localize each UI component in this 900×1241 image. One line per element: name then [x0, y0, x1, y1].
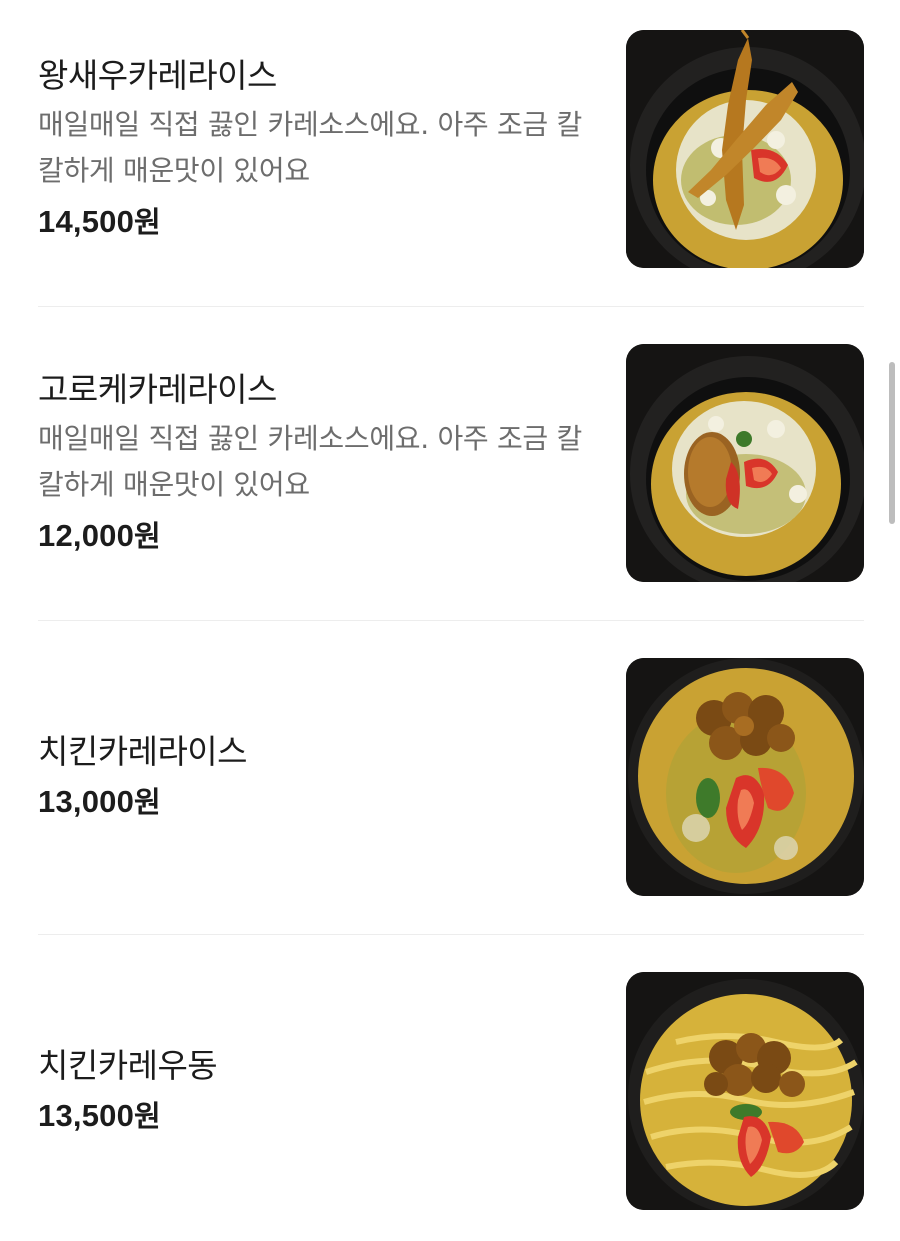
price-currency: 원: [134, 205, 161, 239]
menu-item-description: 매일매일 직접 끓인 카레소스에요. 아주 조금 칼칼하게 매운맛이 있어요: [38, 422, 582, 501]
menu-item-text: 치킨카레우동 13,500원: [38, 972, 598, 1210]
menu-item-name: 치킨카레우동: [38, 1046, 218, 1085]
price-value: 14,500: [38, 204, 135, 239]
menu-list: 왕새우카레라이스 매일매일 직접 끓인 카레소스에요. 아주 조금 칼칼하게 매…: [0, 0, 900, 1241]
menu-item-name: 왕새우카레라이스: [38, 56, 277, 95]
croquette-curry-photo: [626, 344, 864, 582]
menu-item-photo[interactable]: [626, 344, 864, 582]
menu-item-price: 13,000원: [38, 780, 598, 824]
prawn-curry-photo: [626, 30, 864, 268]
divider: [38, 620, 864, 621]
divider: [38, 934, 864, 935]
price-value: 12,000: [38, 518, 135, 553]
menu-item-photo[interactable]: [626, 658, 864, 896]
price-currency: 원: [134, 785, 161, 819]
menu-item-text: 왕새우카레라이스 매일매일 직접 끓인 카레소스에요. 아주 조금 칼칼하게 매…: [38, 30, 598, 268]
price-value: 13,500: [38, 1098, 135, 1133]
menu-item-king-prawn-curry-rice[interactable]: 왕새우카레라이스 매일매일 직접 끓인 카레소스에요. 아주 조금 칼칼하게 매…: [38, 30, 864, 268]
menu-item-photo[interactable]: [626, 30, 864, 268]
menu-item-text: 고로케카레라이스 매일매일 직접 끓인 카레소스에요. 아주 조금 칼칼하게 매…: [38, 344, 598, 582]
menu-item-name: 치킨카레라이스: [38, 732, 248, 771]
menu-item-chicken-curry-udon[interactable]: 치킨카레우동 13,500원: [38, 972, 864, 1210]
menu-item-croquette-curry-rice[interactable]: 고로케카레라이스 매일매일 직접 끓인 카레소스에요. 아주 조금 칼칼하게 매…: [38, 344, 864, 582]
menu-item-chicken-curry-rice[interactable]: 치킨카레라이스 13,000원: [38, 658, 864, 896]
menu-item-price: 14,500원: [38, 200, 598, 244]
scrollbar[interactable]: [889, 362, 895, 524]
price-currency: 원: [134, 1099, 161, 1133]
chicken-curry-photo: [626, 658, 864, 896]
menu-item-price: 12,000원: [38, 514, 598, 558]
price-value: 13,000: [38, 784, 135, 819]
divider: [38, 306, 864, 307]
menu-item-description: 매일매일 직접 끓인 카레소스에요. 아주 조금 칼칼하게 매운맛이 있어요: [38, 108, 582, 187]
price-currency: 원: [134, 519, 161, 553]
udon-curry-photo: [626, 972, 864, 1210]
menu-item-name: 고로케카레라이스: [38, 370, 277, 409]
menu-item-price: 13,500원: [38, 1094, 598, 1138]
menu-item-photo[interactable]: [626, 972, 864, 1210]
menu-item-text: 치킨카레라이스 13,000원: [38, 658, 598, 896]
